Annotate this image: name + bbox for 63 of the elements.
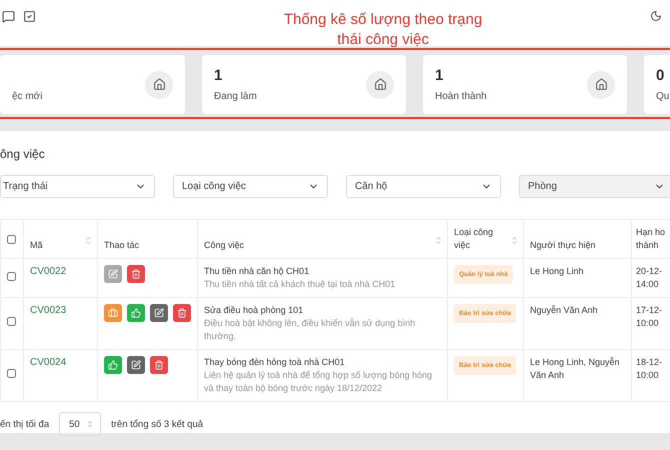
annotation-text: Thống kê số lượng theo trạng thái công việc <box>282 10 484 50</box>
column-header: Mã <box>30 240 43 250</box>
row-checkbox[interactable] <box>7 272 16 280</box>
assign-button[interactable] <box>104 304 122 322</box>
thumbs-up-icon <box>131 308 141 318</box>
filter-select[interactable]: Căn hộ <box>346 175 501 198</box>
home-icon <box>366 70 394 98</box>
stat-label: Đang làm <box>214 91 257 102</box>
column-header: Thao tác <box>104 240 140 250</box>
row-checkbox[interactable] <box>7 369 16 378</box>
checkbox-icon[interactable] <box>23 10 36 23</box>
column-header: Công việc <box>204 240 244 250</box>
edit-icon <box>154 308 164 318</box>
deadline-text: 18-12- 10:00 <box>636 357 662 380</box>
task-title: Thay bóng đèn hỏng toà nhà CH01 <box>204 356 346 369</box>
deadline-text: 20-12- 14:00 <box>636 266 662 289</box>
task-description: Liên hệ quản lý toà nhà để tổng hợp số lượng bóng hỏng và thay toàn bộ bóng trước ngày 18/12/2022 <box>204 369 434 395</box>
stat-label: Qu <box>656 91 670 102</box>
stat-count: 1 <box>214 67 224 85</box>
column-header: Hạn ho thành <box>636 227 666 250</box>
moon-icon[interactable] <box>650 10 662 22</box>
task-description: Thu tiền nhà tất cả khách thuê tại toà nhà CH01 <box>204 278 396 291</box>
trash-icon <box>131 269 141 279</box>
edit-icon <box>131 360 141 370</box>
stat-count: 1 <box>435 67 444 85</box>
section-title: ông việc <box>0 147 46 161</box>
stat-count: 0 <box>656 67 666 85</box>
chat-icon[interactable] <box>2 10 15 23</box>
task-title: Thu tiền nhà căn hộ CH01 <box>204 265 310 278</box>
row-checkbox[interactable] <box>7 317 16 326</box>
task-description: Điều hoà bật không lên, điều khiển vẫn sử dụng bình thường. <box>204 317 416 343</box>
task-code[interactable]: CV0022 <box>30 266 66 277</box>
trash-icon <box>154 360 164 370</box>
footer-total: trên tổng số 3 kết quả <box>111 418 204 430</box>
thumbs-up-icon <box>108 360 118 370</box>
footer-label: ến thị tối đa <box>0 418 50 430</box>
stat-label: ệc mới <box>12 91 42 102</box>
briefcase-icon <box>108 308 118 318</box>
task-code[interactable]: CV0024 <box>30 357 66 368</box>
trash-icon <box>177 308 187 318</box>
column-header: Người thực hiện <box>530 240 596 250</box>
column-header: Loại công việc <box>454 227 494 250</box>
assignee-text: Le Hong Linh, Nguyễn Văn Anh <box>530 357 620 380</box>
stat-label: Hoàn thành <box>435 91 487 102</box>
approve-button[interactable] <box>127 304 145 322</box>
approve-button[interactable] <box>104 356 122 374</box>
assignee-text: Le Hong Linh <box>530 266 584 276</box>
delete-button[interactable] <box>127 265 145 283</box>
delete-button[interactable] <box>150 356 168 374</box>
deadline-text: 17-12- 10:00 <box>636 305 662 328</box>
task-title: Sửa điều hoà phòng 101 <box>204 304 304 317</box>
edit-icon <box>108 269 118 279</box>
select-all-checkbox[interactable] <box>7 235 16 244</box>
edit-button[interactable] <box>150 304 168 322</box>
delete-button[interactable] <box>173 304 191 322</box>
page-size-field[interactable]: 50 <box>59 412 102 436</box>
task-code[interactable]: CV0023 <box>30 305 66 316</box>
home-icon <box>145 70 173 98</box>
assignee-text: Nguyễn Văn Anh <box>530 305 598 315</box>
edit-button[interactable] <box>127 356 145 374</box>
home-icon <box>587 70 615 98</box>
filter-select[interactable]: Loại công việc <box>173 175 328 198</box>
filter-select[interactable]: Trạng thái <box>0 175 155 198</box>
